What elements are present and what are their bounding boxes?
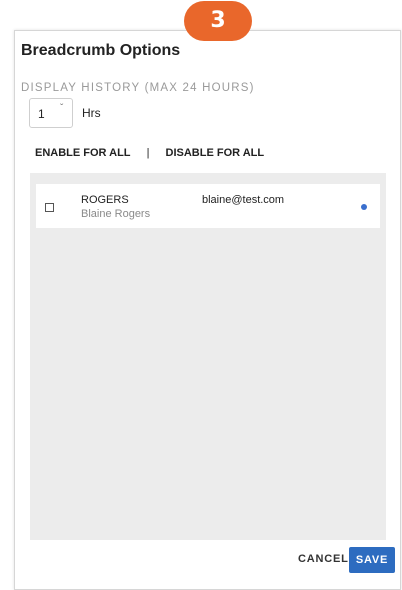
- hours-select[interactable]: 1 ˇ: [29, 98, 73, 128]
- disable-for-all-button[interactable]: DISABLE FOR ALL: [166, 147, 265, 159]
- bulk-actions: ENABLE FOR ALL | DISABLE FOR ALL: [35, 147, 264, 159]
- cancel-button[interactable]: CANCEL: [298, 553, 349, 565]
- enable-for-all-button[interactable]: ENABLE FOR ALL: [35, 147, 131, 159]
- actions-separator: |: [146, 147, 150, 159]
- user-list-panel: ROGERS Blaine Rogers blaine@test.com: [30, 173, 386, 540]
- user-full-name: Blaine Rogers: [81, 208, 151, 220]
- row-checkbox[interactable]: [45, 203, 54, 212]
- hours-select-value: 1: [38, 107, 45, 121]
- hours-unit-label: Hrs: [82, 106, 101, 120]
- chevron-down-icon: ˇ: [60, 103, 64, 114]
- list-item: ROGERS Blaine Rogers blaine@test.com: [36, 184, 380, 228]
- step-number-badge: 3: [184, 1, 252, 41]
- status-dot-icon: [361, 204, 367, 210]
- dialog-title: Breadcrumb Options: [21, 42, 181, 59]
- user-name: ROGERS: [81, 194, 129, 206]
- display-history-label: DISPLAY HISTORY (MAX 24 HOURS): [21, 82, 255, 94]
- save-button[interactable]: SAVE: [349, 547, 395, 573]
- user-email: blaine@test.com: [202, 194, 285, 206]
